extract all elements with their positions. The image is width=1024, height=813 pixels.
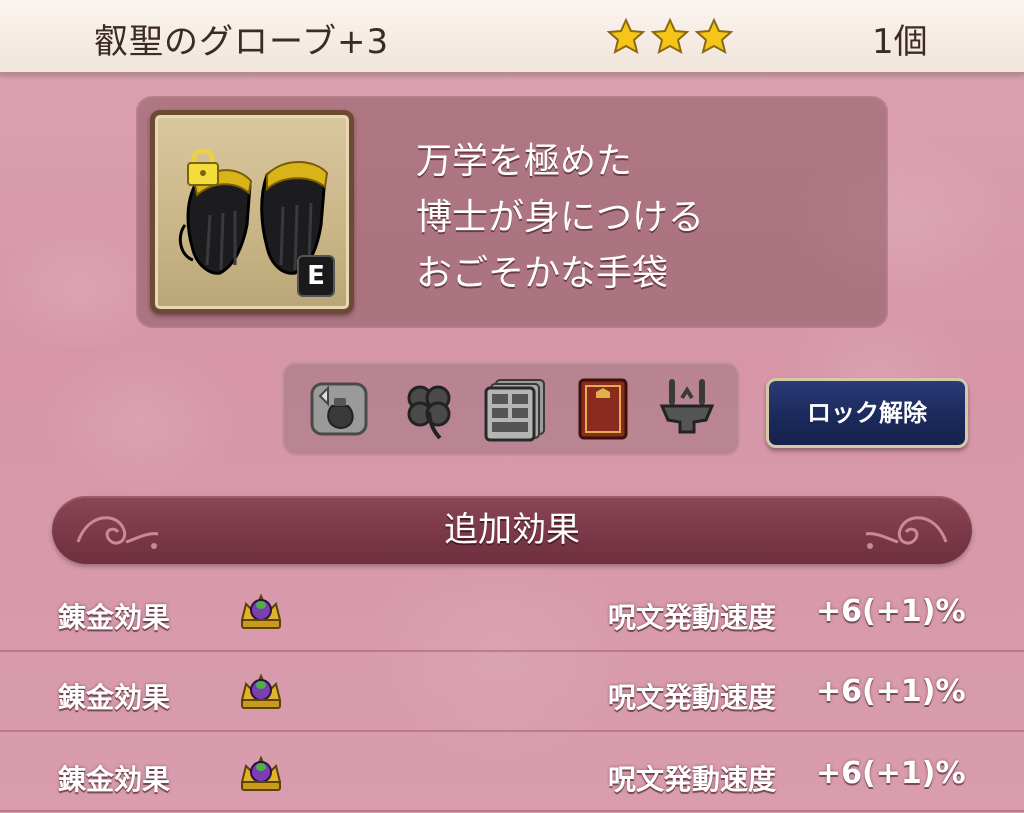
description-line: 万学を極めた	[416, 141, 633, 182]
item-quantity: 1個	[872, 22, 928, 62]
crown-gem-icon	[240, 673, 282, 709]
effect-stat-name: 呪文発動速度	[608, 763, 777, 796]
item-name: 叡聖のグローブ+3	[94, 22, 390, 62]
clover-icon[interactable]	[396, 376, 462, 442]
crown-gem-icon	[240, 755, 282, 791]
sell-bag-icon[interactable]	[306, 376, 372, 442]
item-header: 叡聖のグローブ+3 1個	[0, 0, 1024, 75]
effect-label: 錬金効果	[58, 763, 171, 796]
effect-label: 錬金効果	[58, 601, 171, 634]
upgrade-anvil-icon[interactable]	[654, 376, 720, 442]
lock-icon	[187, 148, 219, 186]
equipped-badge: E	[297, 255, 335, 297]
effect-stat-name: 呪文発動速度	[608, 681, 777, 714]
effects-section-title: 追加効果	[444, 510, 580, 550]
item-icon-frame: E	[150, 110, 354, 314]
item-description: 万学を極めた 博士が身につける おごそかな手袋	[416, 134, 856, 302]
storage-drawer-icon[interactable]	[482, 376, 548, 442]
effect-stat-value: +6(+1)%	[816, 674, 966, 709]
star-icon	[694, 17, 734, 54]
book-icon[interactable]	[570, 376, 636, 442]
effect-row: 錬金効果 呪文発動速度 +6(+1)%	[0, 574, 1024, 652]
description-line: 博士が身につける	[416, 197, 705, 238]
description-line: おごそかな手袋	[416, 253, 669, 294]
effect-label: 錬金効果	[58, 681, 171, 714]
effect-row: 錬金効果 呪文発動速度 +6(+1)%	[0, 654, 1024, 732]
star-icon	[606, 17, 646, 54]
effect-stat-name: 呪文発動速度	[608, 601, 777, 634]
unlock-button[interactable]: ロック解除	[766, 378, 968, 448]
star-icon	[650, 17, 690, 54]
rarity-stars	[606, 17, 734, 54]
effect-stat-value: +6(+1)%	[816, 756, 966, 791]
crown-gem-icon	[240, 593, 282, 629]
effect-stat-value: +6(+1)%	[816, 594, 966, 629]
effect-row: 錬金効果 呪文発動速度 +6(+1)%	[0, 734, 1024, 812]
